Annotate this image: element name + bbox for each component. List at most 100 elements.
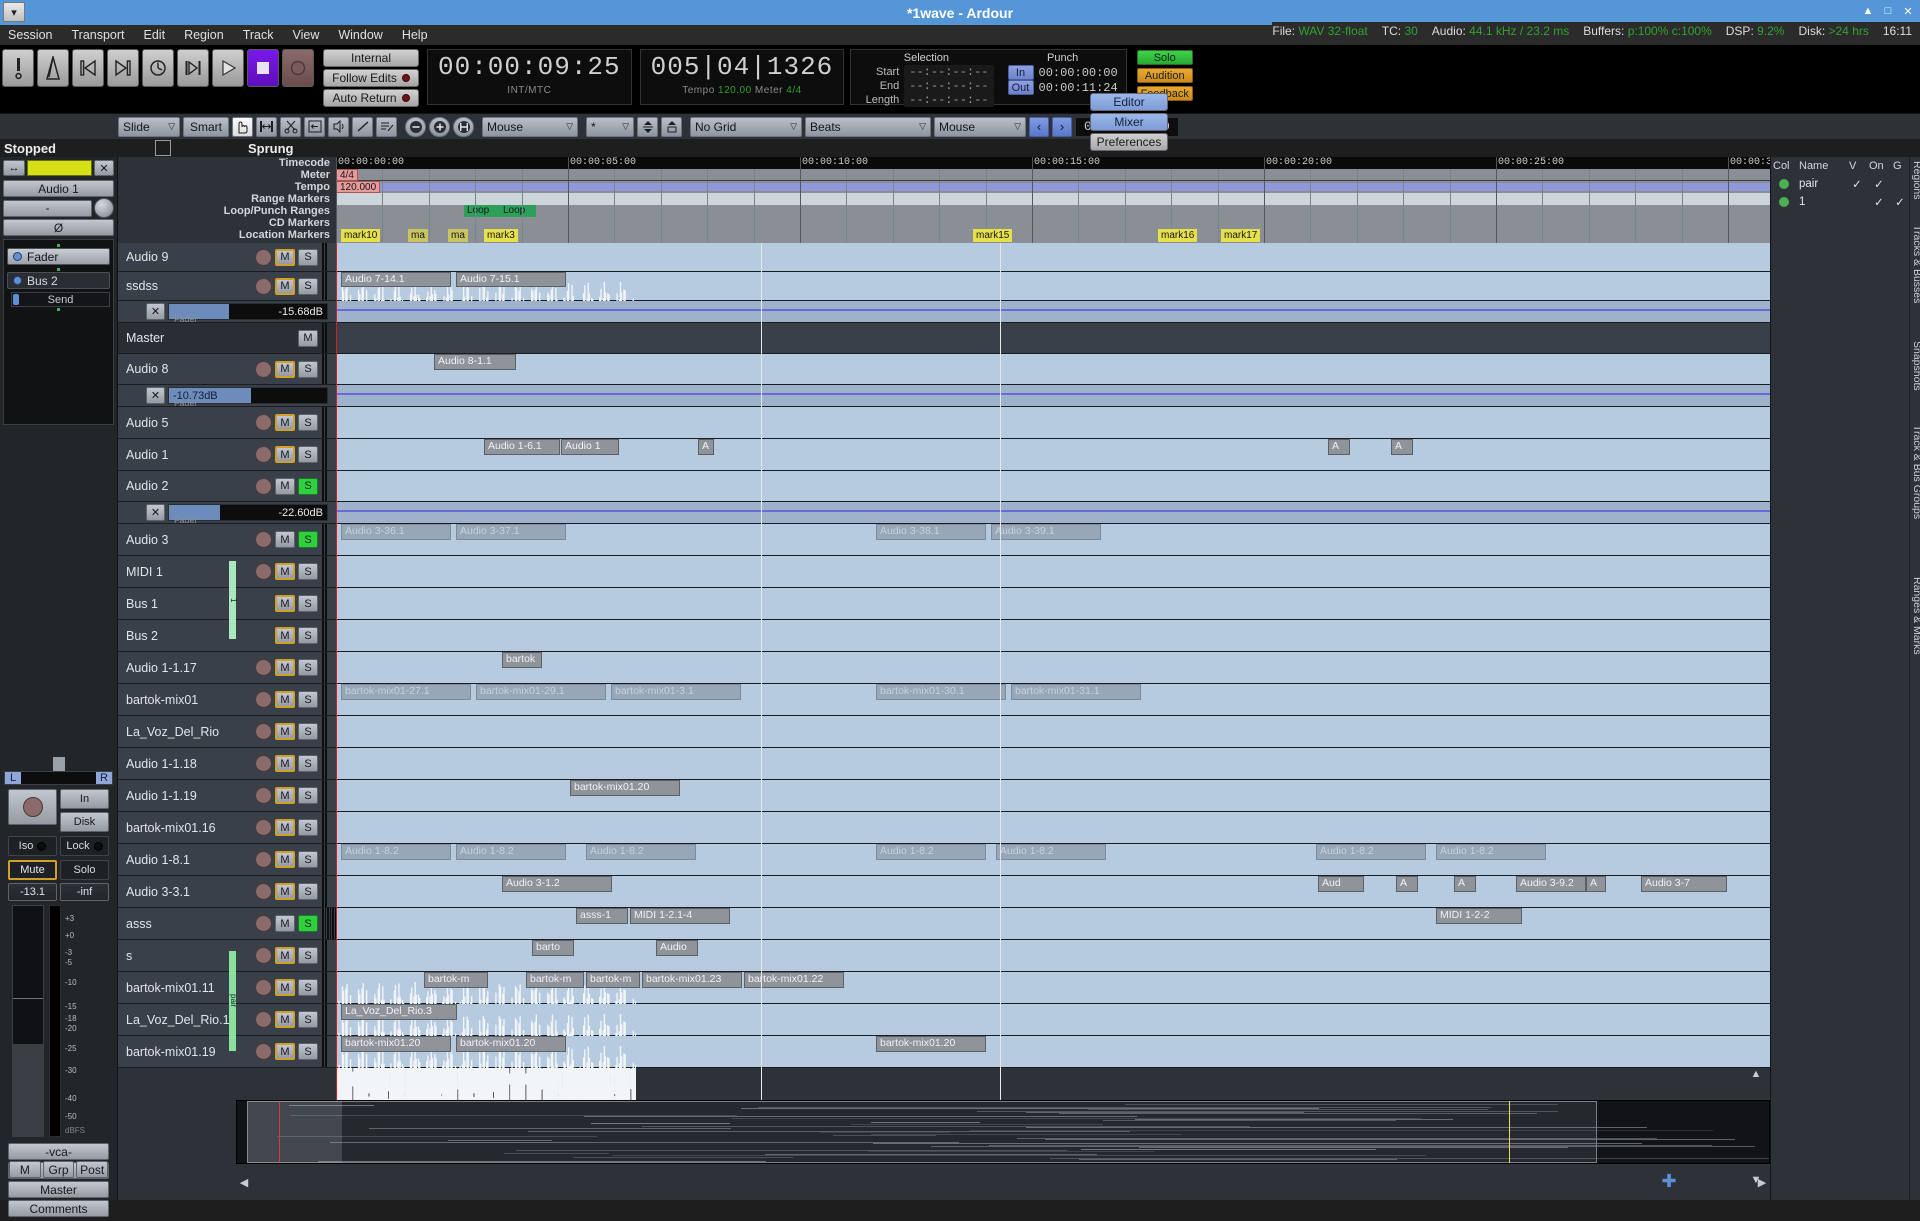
track-solo-button[interactable]: S: [298, 531, 318, 548]
ruler-label-timecode[interactable]: Timecode: [118, 157, 336, 169]
audio-region[interactable]: bartok-m: [526, 972, 584, 988]
window-controls[interactable]: ▲ □ ✕: [1860, 3, 1916, 19]
track-lane[interactable]: asss-1 MIDI 1-2.1-4 MIDI 1-2-2: [336, 908, 1770, 939]
zoom-out-icon[interactable]: [405, 117, 426, 137]
global-audition-button[interactable]: Audition: [1137, 68, 1193, 83]
track-lane[interactable]: [336, 588, 1770, 619]
audio-region[interactable]: bartok-mix01-3.1: [611, 684, 741, 700]
track-mute-button[interactable]: M: [275, 883, 295, 900]
automation-lane[interactable]: [336, 301, 1770, 322]
strip-color-swatch[interactable]: [27, 160, 92, 176]
location-marker[interactable]: mark17: [1221, 229, 1260, 242]
track-lane[interactable]: [336, 748, 1770, 779]
audio-region[interactable]: bartok-mix01-31.1: [1011, 684, 1141, 700]
track-row[interactable]: Audio 2 MS: [118, 471, 1770, 502]
solo-lock-button[interactable]: Lock: [60, 836, 109, 856]
maximize-icon[interactable]: □: [1880, 3, 1896, 19]
track-solo-button[interactable]: S: [298, 659, 318, 676]
track-header[interactable]: bartok-mix01.16 MS: [118, 812, 336, 843]
track-header[interactable]: Audio 3 MS: [118, 524, 336, 555]
automation-lane-row[interactable]: ✕ -22.60dB Fader: [118, 502, 1770, 524]
track-row[interactable]: s MS barto Audio: [118, 940, 1770, 972]
ruler-label-meter[interactable]: Meter: [118, 169, 336, 181]
fader-automation-control[interactable]: ✕ -10.73dB Fader: [118, 385, 336, 406]
zoom-to-session-icon[interactable]: [453, 117, 474, 137]
track-solo-button[interactable]: S: [298, 446, 318, 463]
track-record-enable-button[interactable]: [255, 446, 272, 463]
selection-length-value[interactable]: --:--:--:--: [904, 93, 993, 107]
location-marker[interactable]: mark16: [1158, 229, 1197, 242]
track-name-label[interactable]: Master: [126, 331, 298, 345]
smart-mode-button[interactable]: Smart: [183, 117, 229, 137]
track-record-enable-button[interactable]: [255, 659, 272, 676]
send-fader[interactable]: Send: [11, 292, 110, 307]
track-header[interactable]: bartok-mix01.11 MS: [118, 972, 336, 1003]
audio-region[interactable]: Aud: [1318, 876, 1364, 892]
strip-output-button[interactable]: Master: [8, 1181, 109, 1198]
cd-markers-ruler[interactable]: [336, 217, 1770, 229]
solo-isolate-button[interactable]: Iso: [8, 836, 57, 856]
track-row[interactable]: asss MS asss-1 MIDI 1-2.1-4 MIDI 1-2-2: [118, 908, 1770, 940]
menu-window[interactable]: Window: [338, 28, 382, 42]
audio-region[interactable]: Audio 3-36.1: [341, 524, 451, 540]
playhead-cursor[interactable]: [761, 243, 762, 1100]
panner-widget[interactable]: L R: [4, 771, 113, 785]
audio-region[interactable]: Audio 3-7: [1641, 876, 1727, 892]
track-row[interactable]: Audio 1 MS Audio 1-6.1 Audio 1AAA: [118, 439, 1770, 471]
audio-region[interactable]: Audio 1-8.2: [996, 844, 1106, 860]
audio-region[interactable]: bartok-m: [424, 972, 488, 988]
primary-clock[interactable]: 00:00:09:25 INT/MTC: [427, 49, 632, 105]
audio-region[interactable]: A: [1586, 876, 1606, 892]
column-name[interactable]: Name: [1799, 160, 1845, 172]
audio-region[interactable]: Audio 1-8.2: [876, 844, 986, 860]
track-mute-button[interactable]: M: [275, 723, 295, 740]
follow-edits-button[interactable]: Follow Edits: [323, 69, 419, 87]
loop-button[interactable]: [142, 49, 174, 87]
track-name-label[interactable]: Audio 1: [126, 448, 255, 462]
track-mute-button[interactable]: M: [298, 330, 318, 347]
editor-summary[interactable]: [236, 1100, 1770, 1164]
stretch-tool-icon[interactable]: [304, 117, 325, 137]
track-header[interactable]: bartok-mix01.19 MS: [118, 1036, 336, 1067]
summary-down-icon[interactable]: ▼: [1750, 1174, 1762, 1186]
track-record-enable-button[interactable]: [255, 883, 272, 900]
tempo-marker[interactable]: 120.000: [336, 181, 380, 193]
track-solo-button[interactable]: S: [298, 278, 318, 295]
audio-region[interactable]: Audio 1: [561, 439, 619, 455]
track-lane[interactable]: Audio 3-36.1 Audio 3-37.1 Audio 3-38.1 Audi…: [336, 524, 1770, 555]
summary-up-icon[interactable]: ▲: [1750, 1068, 1762, 1080]
audio-region[interactable]: Audio 1-8.2: [1436, 844, 1546, 860]
menu-transport[interactable]: Transport: [71, 28, 124, 42]
punch-out-button[interactable]: Out: [1008, 80, 1034, 95]
track-header[interactable]: Audio 1-8.1 MS: [118, 844, 336, 875]
scroll-left-icon[interactable]: ◀: [238, 1176, 250, 1188]
selection-start-value[interactable]: --:--:--:--: [904, 65, 993, 79]
automation-lane[interactable]: [336, 385, 1770, 406]
track-lane[interactable]: [336, 243, 1770, 271]
track-mute-button[interactable]: M: [275, 595, 295, 612]
track-row[interactable]: Audio 3-3.1 MS Audio 3-1.2 Aud A A Audio 3-9…: [118, 876, 1770, 908]
track-lane[interactable]: [336, 812, 1770, 843]
strip-name-button[interactable]: Audio 1: [3, 180, 114, 197]
audition-tool-icon[interactable]: [328, 117, 349, 137]
zoom-in-icon[interactable]: [429, 117, 450, 137]
track-header[interactable]: MIDI 1 MS: [118, 556, 336, 587]
region-list[interactable]: Col Name V On G pair ✓ ✓ 1 ✓ ✓: [1771, 157, 1909, 1200]
audio-region[interactable]: A: [1391, 439, 1413, 455]
audio-region[interactable]: Audio 1-8.2: [586, 844, 696, 860]
horizontal-scrollbar-area[interactable]: ◀ ▶ ✚: [236, 1164, 1770, 1200]
automation-curve[interactable]: [336, 510, 1770, 512]
track-header[interactable]: Audio 1-1.19 MS: [118, 780, 336, 811]
audio-region[interactable]: bartok-mix01.20: [341, 1036, 451, 1052]
audio-region[interactable]: La_Voz_Del_Rio.3: [341, 1004, 457, 1020]
tab-preferences[interactable]: Preferences: [1090, 133, 1168, 151]
sidebar-tab-regions[interactable]: Regions: [1911, 161, 1920, 200]
cut-tool-icon[interactable]: [280, 117, 301, 137]
track-mute-button[interactable]: M: [275, 627, 295, 644]
track-header[interactable]: Audio 2 MS: [118, 471, 336, 501]
automation-lane[interactable]: [336, 502, 1770, 523]
goto-end-button[interactable]: [107, 49, 139, 87]
track-name-label[interactable]: Audio 1-1.18: [126, 757, 255, 771]
track-mute-button[interactable]: M: [275, 361, 295, 378]
menu-view[interactable]: View: [292, 28, 319, 42]
